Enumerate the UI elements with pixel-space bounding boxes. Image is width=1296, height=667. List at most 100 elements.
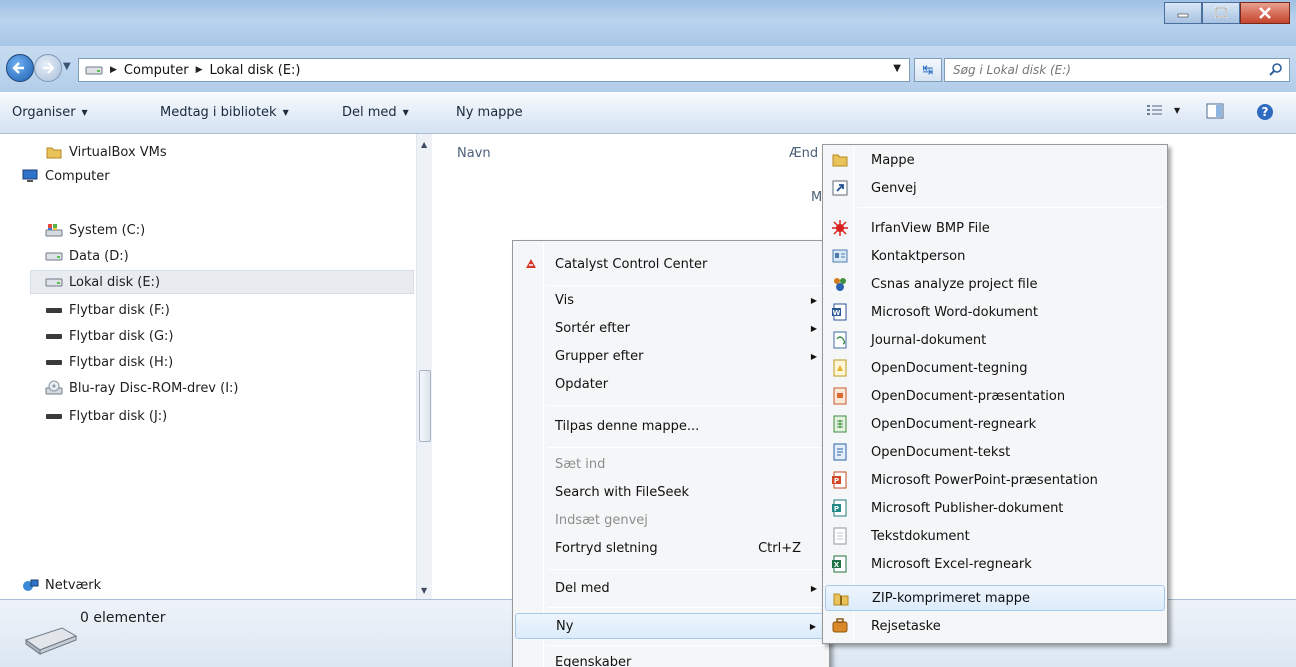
breadcrumb-lokal-disk[interactable]: Lokal disk (E:) [209,63,300,78]
preview-pane-icon [1206,103,1224,119]
opendocument-spreadsheet-icon [831,415,849,433]
forward-button[interactable] [34,54,62,82]
nav-item-bluray-i[interactable]: Blu-ray Disc-ROM-drev (I:) [44,376,239,400]
maximize-button[interactable] [1202,2,1240,24]
help-button[interactable]: ? [1256,103,1274,121]
menu-item-search-fileseek[interactable]: Search with FileSeek [515,479,827,505]
nav-item-flytbar-j[interactable]: Flytbar disk (J:) [44,404,167,428]
search-icon[interactable] [1269,62,1283,80]
menu-item-paste[interactable]: Sæt ind [515,451,827,477]
column-header-modified[interactable]: Ænd [789,146,818,161]
navigation-scrollbar[interactable]: ▲ ▼ [416,134,432,599]
new-item-shortcut[interactable]: Genvej [825,175,1165,201]
nav-item-flytbar-h[interactable]: Flytbar disk (H:) [44,350,173,374]
breadcrumb-separator[interactable]: ▶ [110,65,117,75]
search-box[interactable] [944,58,1290,82]
new-submenu: Mappe Genvej IrfanView BMP File Kontaktp… [822,144,1168,644]
new-item-label: Microsoft PowerPoint-præsentation [871,472,1098,488]
new-item-label: Tekstdokument [871,528,970,544]
new-item-publisher[interactable]: P Microsoft Publisher-dokument [825,495,1165,521]
recent-pages-dropdown[interactable]: ▼ [63,61,71,72]
new-item-text[interactable]: Tekstdokument [825,523,1165,549]
nav-item-data-d[interactable]: Data (D:) [44,244,129,268]
breadcrumb-computer[interactable]: Computer [124,63,189,78]
include-in-library-button[interactable]: Medtag i bibliotek ▼ [160,105,289,120]
menu-item-label: Ny [556,618,574,634]
menu-item-properties[interactable]: Egenskaber [515,649,827,667]
share-with-button[interactable]: Del med ▼ [342,105,409,120]
change-view-button[interactable]: ▼ [1146,103,1180,117]
search-input[interactable] [953,63,1253,77]
view-options-icon [1147,105,1162,115]
menu-item-view[interactable]: Vis ▶ [515,287,827,313]
scroll-down-icon[interactable]: ▼ [421,586,427,595]
menu-item-label: Opdater [555,376,609,392]
new-item-odg[interactable]: OpenDocument-tegning [825,355,1165,381]
new-item-contact[interactable]: Kontaktperson [825,243,1165,269]
nav-item-lokal-disk-e[interactable]: Lokal disk (E:) [30,270,414,294]
drive-icon [44,274,64,290]
new-folder-button[interactable]: Ny mappe [456,105,523,120]
new-item-label: Microsoft Publisher-dokument [871,500,1064,516]
menu-item-share-with[interactable]: Del med ▶ [515,575,827,601]
organize-button[interactable]: Organiser ▼ [12,105,88,120]
menu-item-paste-shortcut[interactable]: Indsæt genvej [515,507,827,533]
address-dropdown-icon[interactable]: ▼ [893,63,901,74]
removable-drive-icon [44,328,64,344]
new-item-folder[interactable]: Mappe [825,147,1165,173]
menu-item-new[interactable]: Ny ▶ [515,613,827,639]
close-button[interactable] [1240,2,1290,24]
nav-item-flytbar-g[interactable]: Flytbar disk (G:) [44,324,173,348]
new-item-ods[interactable]: OpenDocument-regneark [825,411,1165,437]
menu-item-label: Indsæt genvej [555,512,648,528]
new-item-journal[interactable]: Journal-dokument [825,327,1165,353]
breadcrumb-separator[interactable]: ▶ [196,65,203,75]
menu-item-undo-delete[interactable]: Fortryd sletning Ctrl+Z [515,535,827,561]
new-item-label: Microsoft Excel-regneark [871,556,1032,572]
new-item-odp[interactable]: OpenDocument-præsentation [825,383,1165,409]
menu-item-refresh[interactable]: Opdater [515,371,827,397]
new-item-powerpoint[interactable]: P Microsoft PowerPoint-præsentation [825,467,1165,493]
submenu-arrow-icon: ▶ [810,583,817,593]
scrollbar-thumb[interactable] [419,370,431,442]
menu-item-label: Vis [555,292,574,308]
nav-item-flytbar-f[interactable]: Flytbar disk (F:) [44,298,170,322]
column-header-name[interactable]: Navn [457,146,491,161]
new-item-zip[interactable]: ZIP-komprimeret mappe [825,585,1165,611]
new-item-odt[interactable]: OpenDocument-tekst [825,439,1165,465]
optical-drive-icon [44,380,64,396]
removable-drive-icon [44,302,64,318]
nav-item-computer[interactable]: Computer [20,164,110,188]
menu-item-label: Grupper efter [555,348,644,364]
nav-item-system-c[interactable]: System (C:) [44,218,145,242]
menu-item-sort-by[interactable]: Sortér efter ▶ [515,315,827,341]
menu-item-label: Catalyst Control Center [555,256,708,272]
nav-item-network[interactable]: Netværk [20,573,101,597]
new-item-label: OpenDocument-regneark [871,416,1037,432]
new-item-csnas[interactable]: Csnas analyze project file [825,271,1165,297]
refresh-button[interactable]: ↹ [914,58,942,82]
menu-item-label: Fortryd sletning [555,540,658,556]
minimize-button[interactable] [1164,2,1202,24]
new-item-excel[interactable]: X Microsoft Excel-regneark [825,551,1165,577]
opendocument-drawing-icon [831,359,849,377]
nav-item-label: Data (D:) [69,248,129,264]
menu-item-customize-folder[interactable]: Tilpas denne mappe... [515,413,827,439]
preview-pane-button[interactable] [1206,103,1224,119]
new-item-label: Rejsetaske [871,618,941,634]
new-item-label: OpenDocument-tekst [871,444,1011,460]
new-item-briefcase[interactable]: Rejsetaske [825,613,1165,639]
new-item-irfanview-bmp[interactable]: IrfanView BMP File [825,215,1165,241]
menu-item-shortcut: Ctrl+Z [758,540,801,556]
nav-item-virtualbox-vms[interactable]: VirtualBox VMs [44,140,167,164]
chevron-down-icon: ▼ [1174,105,1181,115]
back-button[interactable] [6,54,34,82]
catalyst-icon [523,256,539,272]
menu-item-group-by[interactable]: Grupper efter ▶ [515,343,827,369]
new-item-word[interactable]: W Microsoft Word-dokument [825,299,1165,325]
scroll-up-icon[interactable]: ▲ [421,140,427,149]
contact-icon [831,247,849,265]
menu-separator [547,285,825,286]
address-bar[interactable]: ▶ Computer ▶ Lokal disk (E:) ▼ [78,58,910,82]
menu-item-catalyst[interactable]: Catalyst Control Center [515,251,827,277]
